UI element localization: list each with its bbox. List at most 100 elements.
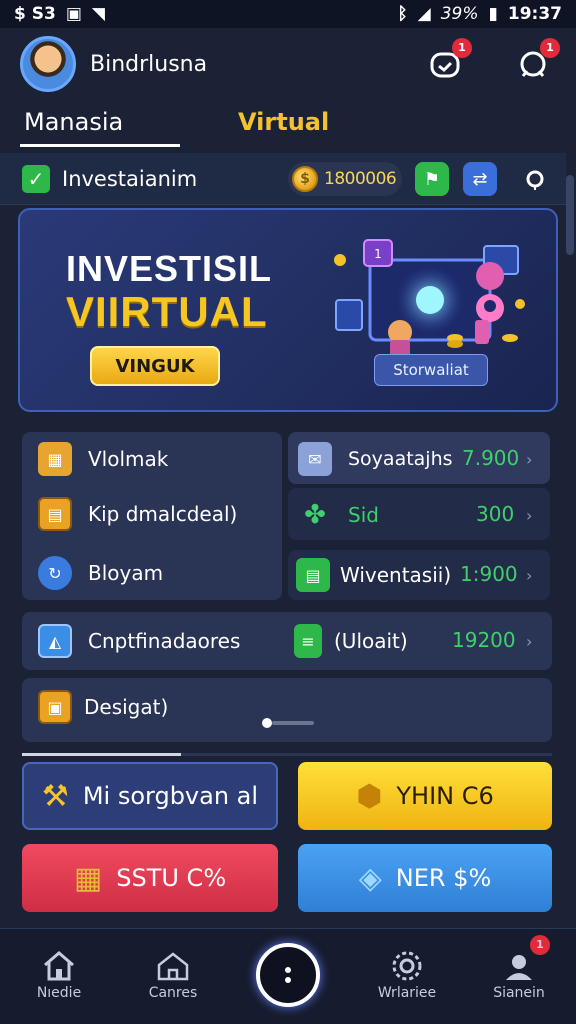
progress-bar	[22, 753, 552, 756]
list-item-value: 1:900	[460, 562, 518, 586]
swap-icon: ⇄	[472, 168, 488, 190]
balance-label: Investaianim	[62, 166, 198, 191]
nav-item-home[interactable]: Nıedie	[14, 947, 104, 1001]
app-header: Bindrlusna	[0, 28, 576, 100]
list-item-label: Kip dmalcdeal)	[88, 502, 238, 526]
clock: 19:37	[507, 4, 562, 24]
cash-icon: ▣	[38, 690, 72, 724]
chevron-right-icon: ›	[526, 632, 533, 651]
refresh-icon: ↻	[38, 556, 72, 590]
list-item[interactable]: ▦ Vlolmak	[38, 434, 168, 484]
banner-subtitle: VIIRTUAL	[66, 288, 268, 335]
action-button-4[interactable]: ◈ NER $%	[298, 844, 552, 912]
more-icon	[285, 967, 291, 983]
nav-item-canres[interactable]: Canres	[128, 947, 218, 1001]
action-button-label: YHIN C6	[396, 782, 494, 810]
username: Bindrlusna	[90, 51, 208, 77]
tools-icon: ⚒	[41, 778, 69, 814]
list-item[interactable]: ✉ Soyaatajhs	[298, 434, 453, 484]
wide-row-value: 19200	[452, 628, 516, 652]
shield-icon: ⬢	[356, 778, 383, 814]
deposit-label: Desigat)	[84, 695, 169, 719]
signal-icon: ◢	[417, 4, 431, 24]
nav-label: Wrlariee	[377, 985, 437, 1001]
house-outline-icon	[157, 952, 189, 981]
bluetooth-icon: ᛒ	[397, 4, 408, 24]
wifi-icon: ◥	[91, 4, 105, 24]
nav-item-profile[interactable]: 1 Sianein	[474, 935, 564, 1001]
cube-icon: ◈	[358, 860, 382, 896]
gear-icon	[392, 951, 422, 981]
banner-tag[interactable]: Storwaliat	[374, 354, 488, 386]
profile-icon	[506, 955, 532, 980]
coin-balance[interactable]: $ 1800006	[288, 162, 402, 196]
chat-button[interactable]: 1	[516, 38, 560, 82]
scrollbar[interactable]	[566, 175, 574, 255]
nav-item-settings[interactable]: Wrlariee	[362, 947, 452, 1001]
coin-icon: $	[292, 166, 318, 192]
ledger-icon: ▤	[296, 558, 330, 592]
coin-value: 1800006	[324, 169, 397, 189]
center-action-button[interactable]	[256, 943, 320, 1007]
action-button-3[interactable]: ▦ SSTU C%	[22, 844, 278, 912]
balance-row: ✓ Investaianim $ 1800006 ⚑ ⇄	[0, 153, 566, 205]
package-icon: ▦	[73, 860, 103, 896]
battery-percent: 39%	[440, 4, 479, 24]
progress-fill	[22, 753, 181, 756]
banner-title: INVESTISIL	[66, 248, 273, 289]
flag-icon: ⚑	[423, 168, 441, 190]
list-item-label: Vlolmak	[88, 447, 169, 471]
wide-row-right: ≡ (Uloait)	[294, 616, 408, 666]
avatar[interactable]	[20, 36, 76, 92]
location-icon[interactable]	[524, 169, 546, 191]
list-item-value: 7.900	[462, 446, 520, 470]
list-item-label: Soyaatajhs	[348, 448, 453, 470]
action-button-1[interactable]: ⚒ Mi sorgbvan al	[22, 762, 278, 830]
gallery-icon: ▣	[65, 4, 82, 24]
tab-manasia[interactable]: Manasia	[24, 108, 123, 136]
chevron-right-icon: ›	[526, 450, 533, 469]
list-item-label: Sid	[348, 503, 379, 527]
chart-icon: ◭	[38, 624, 72, 658]
wide-row-right-label: (Uloait)	[334, 629, 408, 653]
document-icon: ✉	[298, 442, 332, 476]
promo-banner[interactable]: INVESTISIL VIIRTUAL VINGUK 1 Storwaliat	[18, 208, 558, 412]
wide-row-left: ◭ Cnptfinadaores	[38, 616, 240, 666]
deposit-row: ▣ Desigat)	[38, 682, 168, 732]
action-button-label: SSTU C%	[116, 864, 227, 892]
banner-button[interactable]: VINGUK	[90, 346, 220, 386]
status-left-text: $ S3	[14, 4, 56, 24]
bottom-nav: Nıedie Canres Wrlariee 1 Sianein	[0, 928, 576, 1024]
nav-label: Nıedie	[36, 985, 82, 1001]
slider-track[interactable]	[272, 721, 314, 725]
nav-label: Canres	[148, 985, 198, 1001]
tab-virtual[interactable]: Virtual	[238, 108, 329, 136]
list-item[interactable]: ✤ Sid	[298, 490, 379, 540]
list-item[interactable]: ▤ Wiventasii)	[296, 550, 451, 600]
plant-icon: ✤	[304, 500, 326, 530]
list-item[interactable]: ▤ Kip dmalcdeal)	[38, 489, 237, 539]
chat-badge: 1	[540, 38, 560, 58]
action-button-2[interactable]: ⬢ YHIN C6	[298, 762, 552, 830]
home-icon	[44, 951, 74, 981]
list-item[interactable]: ↻ Bloyam	[38, 548, 163, 598]
wide-row-label: Cnptfinadaores	[88, 629, 241, 653]
list-item-value: 300	[476, 502, 515, 526]
tab-bar: Manasia Virtual	[0, 100, 576, 150]
profile-badge: 1	[530, 935, 550, 955]
blue-action-button[interactable]: ⇄	[463, 162, 497, 196]
slider-dot[interactable]	[262, 718, 272, 728]
status-bar: $ S3 ▣ ◥ ᛒ ◢ 39% ▮ 19:37	[0, 0, 576, 28]
list-item-label: Wiventasii)	[340, 563, 452, 587]
notification-button[interactable]: 1	[428, 38, 472, 82]
green-action-button[interactable]: ⚑	[415, 162, 449, 196]
action-button-label: Mi sorgbvan al	[82, 782, 259, 810]
list-item-label: Bloyam	[88, 561, 164, 585]
tab-indicator	[20, 144, 180, 147]
banner-badge: 1	[374, 247, 382, 261]
box-icon: ▦	[38, 442, 72, 476]
check-icon: ✓	[22, 164, 50, 193]
action-button-label: NER $%	[395, 864, 492, 892]
notepad-icon: ≡	[294, 624, 322, 658]
nav-label: Sianein	[493, 985, 545, 1001]
